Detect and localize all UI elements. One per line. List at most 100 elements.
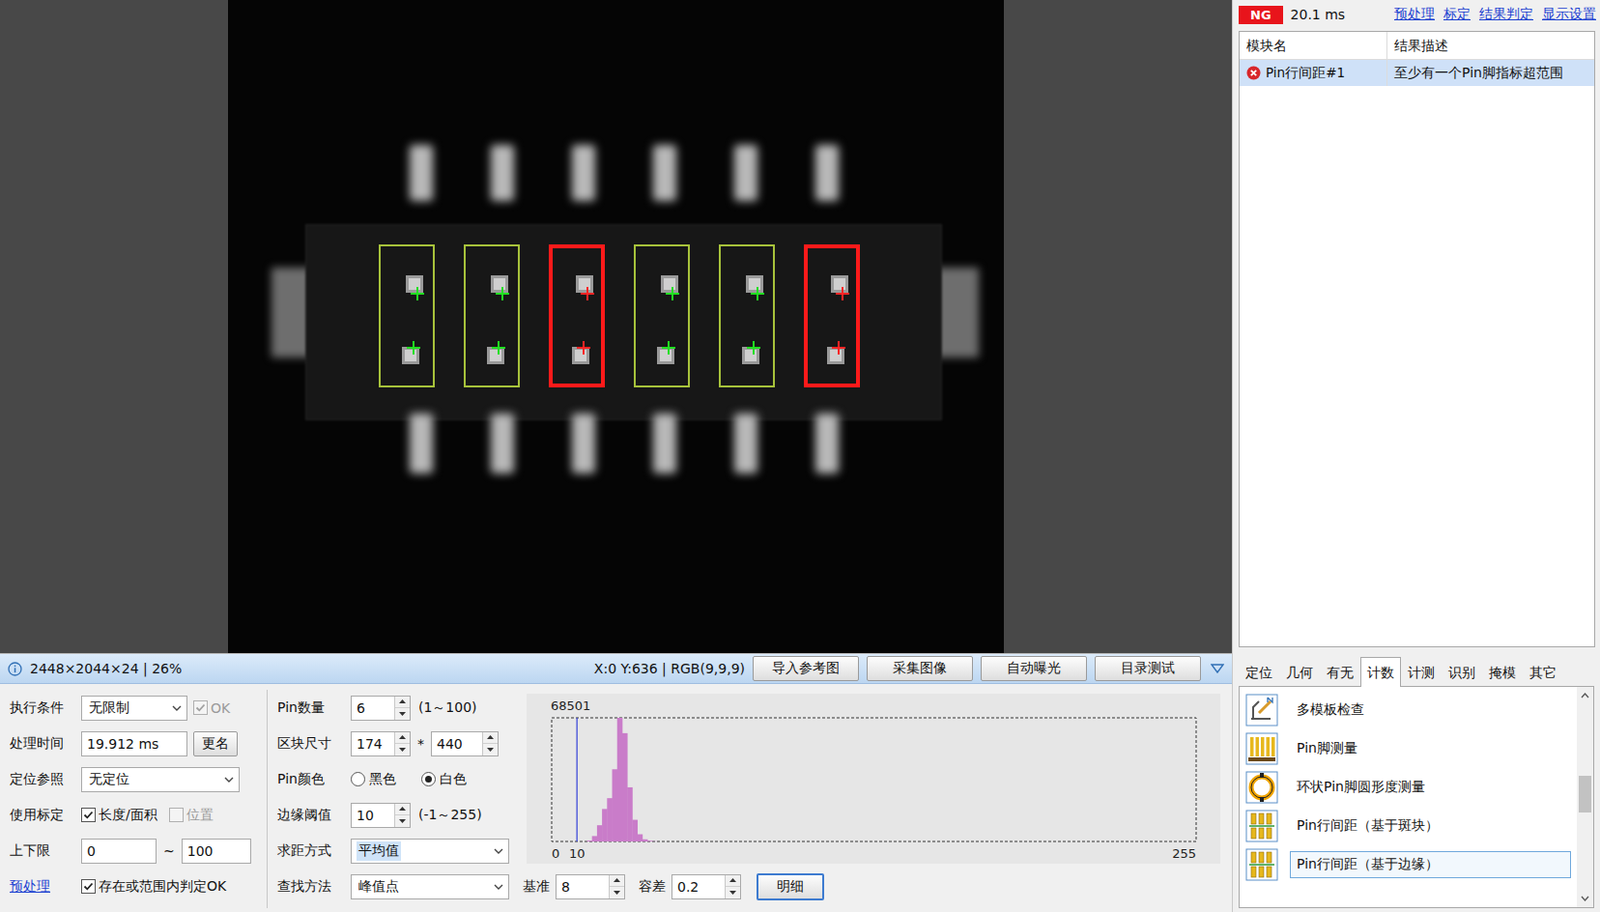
tab[interactable]: 有无: [1319, 658, 1361, 686]
dropdown-triangle-icon[interactable]: [1210, 663, 1225, 674]
pin-lead: [653, 144, 677, 201]
min-field[interactable]: 0: [81, 838, 157, 864]
histogram-bar: [939, 841, 945, 843]
max-field[interactable]: 100: [181, 838, 252, 864]
arrow-down-icon: [399, 747, 406, 752]
param-row: 预处理 存在或范围内判定OK: [9, 868, 261, 905]
reference-spin[interactable]: 8: [555, 874, 626, 900]
histogram-bar: [561, 841, 568, 843]
tab[interactable]: 计测: [1400, 658, 1442, 686]
condition-select[interactable]: 无限制: [81, 695, 188, 721]
histogram-chart[interactable]: 68501010255: [526, 693, 1221, 864]
checkbox-label: 位置: [186, 806, 214, 825]
spin-down-button[interactable]: [725, 885, 741, 899]
scroll-thumb[interactable]: [1578, 775, 1592, 813]
calibration-checkbox[interactable]: [81, 807, 96, 823]
pin-lead: [571, 413, 596, 474]
time-field[interactable]: 19.912 ms: [81, 731, 188, 757]
tab[interactable]: 识别: [1441, 658, 1483, 686]
rename-button[interactable]: 更名: [193, 731, 238, 757]
table-row[interactable]: Pin行间距#1 至少有一个Pin脚指标超范围: [1239, 59, 1595, 86]
tool-item[interactable]: Pin行间距（基于斑块）: [1245, 806, 1572, 846]
param-row: Pin颜色 黑色 白色: [277, 761, 519, 798]
spin-up-button[interactable]: [395, 803, 410, 816]
tab[interactable]: 几何: [1279, 658, 1320, 686]
tab[interactable]: 掩模: [1482, 658, 1523, 686]
tool-item[interactable]: 环状Pin脚圆形度测量: [1245, 768, 1572, 807]
spin-up-button[interactable]: [395, 696, 410, 709]
histogram-panel: 68501010255: [526, 693, 1221, 864]
select-value: 无限制: [86, 698, 132, 718]
spin-value: 10: [356, 807, 374, 824]
tolerance-spin[interactable]: 0.2: [671, 874, 742, 900]
chevron-down-icon: [493, 884, 504, 890]
ok-checkbox[interactable]: [193, 700, 208, 715]
spin-down-button[interactable]: [609, 885, 625, 899]
toolbar-button[interactable]: 自动曝光: [980, 656, 1087, 682]
histogram-bar: [567, 841, 573, 843]
locate-select[interactable]: 无定位: [81, 767, 240, 793]
column-header[interactable]: 结果描述: [1387, 31, 1456, 59]
toolbar-button[interactable]: 目录测试: [1094, 656, 1201, 682]
threshold-line[interactable]: [576, 717, 578, 842]
scroll-up-icon[interactable]: [1580, 692, 1590, 699]
judge-checkbox[interactable]: [81, 879, 96, 894]
histogram-bar: [863, 841, 870, 843]
tool-item[interactable]: 多模板检查: [1245, 690, 1572, 730]
pin-tip: [742, 346, 760, 365]
settings-link[interactable]: 标定: [1443, 5, 1471, 24]
pin-block-rect[interactable]: [463, 244, 520, 388]
scrollbar[interactable]: [1576, 686, 1594, 908]
spin-up-button[interactable]: [395, 732, 410, 744]
radio-dot: [425, 775, 432, 783]
spin-down-button[interactable]: [395, 707, 410, 720]
radio-button[interactable]: [350, 771, 366, 787]
spin-down-button[interactable]: [395, 814, 410, 828]
select-value: 平均值: [356, 841, 401, 861]
preprocess-link[interactable]: 预处理: [9, 878, 76, 896]
histogram-bar: [888, 841, 895, 843]
pin-block-rect[interactable]: [718, 244, 775, 388]
tab[interactable]: 其它: [1522, 658, 1564, 686]
distance-method-select[interactable]: 平均值: [350, 838, 510, 864]
pin-tip: [575, 275, 594, 293]
pin-block-rect[interactable]: [548, 244, 605, 388]
toolbar-button[interactable]: 导入参考图: [752, 656, 859, 682]
histogram-bar: [1186, 841, 1193, 843]
detail-button[interactable]: 明细: [756, 873, 825, 901]
column-header[interactable]: 模块名: [1239, 31, 1388, 59]
check-icon: [195, 702, 206, 714]
param-label: 容差: [638, 878, 666, 896]
pin-block-rect[interactable]: [378, 244, 435, 388]
pin-count-spin[interactable]: 6: [350, 695, 411, 721]
spin-down-button[interactable]: [395, 742, 410, 756]
tool-item[interactable]: Pin行间距（基于边缘）: [1245, 845, 1572, 885]
spin-up-button[interactable]: [725, 875, 741, 887]
settings-link[interactable]: 显示设置: [1542, 5, 1597, 24]
scroll-down-icon[interactable]: [1580, 895, 1590, 902]
camera-image[interactable]: [228, 0, 1004, 654]
pin-block-rect[interactable]: [633, 244, 690, 388]
histogram-bar: [1085, 841, 1091, 843]
settings-link[interactable]: 结果判定: [1479, 5, 1534, 24]
spin-down-button[interactable]: [483, 742, 498, 756]
tab[interactable]: 定位: [1238, 658, 1280, 686]
histogram-bar: [884, 841, 890, 843]
pin-block-rect[interactable]: [803, 244, 860, 388]
tab[interactable]: 计数: [1360, 657, 1401, 687]
edge-threshold-spin[interactable]: 10: [350, 802, 411, 829]
settings-link[interactable]: 预处理: [1394, 5, 1435, 24]
block-width-spin[interactable]: 174: [350, 731, 411, 757]
spin-up-button[interactable]: [483, 732, 498, 744]
find-method-select[interactable]: 峰值点: [350, 874, 510, 900]
checkbox-label: 存在或范围内判定OK: [98, 878, 227, 896]
calibration-checkbox[interactable]: [169, 807, 184, 823]
tool-item[interactable]: Pin脚测量: [1245, 729, 1572, 769]
toolbar-button[interactable]: 采集图像: [866, 656, 973, 682]
block-height-spin[interactable]: 440: [430, 731, 499, 757]
histogram-bar: [1135, 841, 1142, 843]
histogram-bar: [979, 841, 986, 843]
histogram-bar: [752, 841, 759, 843]
spin-up-button[interactable]: [609, 875, 625, 887]
radio-button[interactable]: [421, 771, 436, 787]
